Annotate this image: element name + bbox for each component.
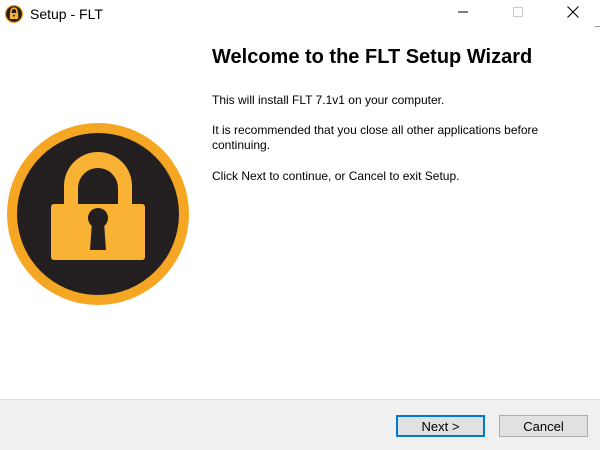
cancel-button[interactable]: Cancel	[499, 415, 588, 437]
maximize-icon	[512, 5, 524, 23]
close-icon	[566, 5, 580, 24]
page-title: Welcome to the FLT Setup Wizard	[212, 46, 533, 68]
setup-window: Setup - FLT Welcome to the FLT Setup Wiz…	[0, 0, 600, 450]
padlock-logo	[6, 122, 190, 306]
minimize-icon	[457, 5, 469, 23]
instruction-text: Click Next to continue, or Cancel to exi…	[212, 169, 460, 183]
next-button[interactable]: Next >	[396, 415, 485, 437]
button-bar: Next > Cancel	[0, 399, 600, 450]
recommendation-text: It is recommended that you close all oth…	[212, 123, 539, 152]
window-edge-divider	[595, 26, 600, 27]
window-title: Setup - FLT	[30, 6, 103, 22]
close-button[interactable]	[550, 0, 596, 28]
maximize-button[interactable]	[495, 0, 541, 28]
title-bar[interactable]: Setup - FLT	[0, 0, 600, 28]
lock-icon	[4, 4, 24, 24]
intro-text: This will install FLT 7.1v1 on your comp…	[212, 93, 445, 107]
minimize-button[interactable]	[440, 0, 486, 28]
